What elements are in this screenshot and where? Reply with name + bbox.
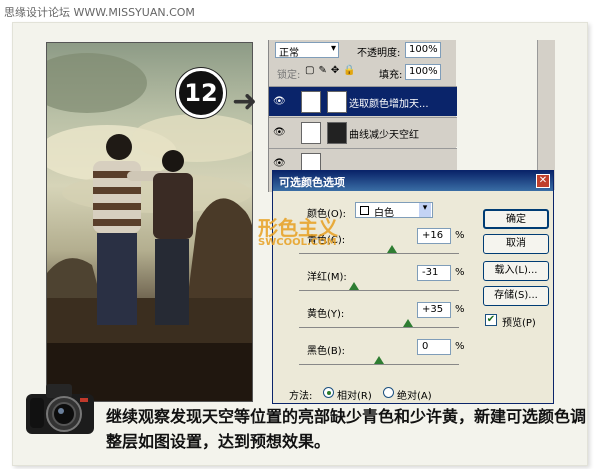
- magenta-label: 洋红(M):: [307, 272, 347, 283]
- cyan-slider-thumb[interactable]: [387, 245, 397, 253]
- method-label: 方法:: [289, 391, 313, 402]
- ok-button[interactable]: 确定: [483, 209, 549, 229]
- preview-label: 预览(P): [502, 318, 536, 329]
- magenta-value: -31: [422, 267, 439, 278]
- yellow-value: +35: [422, 304, 444, 315]
- magenta-slider-track[interactable]: [299, 290, 459, 291]
- color-select[interactable]: 白色 ▾: [355, 202, 433, 219]
- save-button[interactable]: 存储(S)...: [483, 286, 549, 306]
- layer-row[interactable]: 👁 曲线减少天空红: [269, 117, 457, 147]
- adjustment-thumbnail: [301, 91, 321, 113]
- tutorial-caption: 继续观察发现天空等位置的亮部缺少青色和少许黄，新建可选颜色调整层如图设置，达到预…: [106, 407, 587, 451]
- camera-icon: [20, 376, 100, 440]
- cyan-slider-track[interactable]: [299, 253, 459, 254]
- dialog-titlebar: 可选颜色选项 ✕: [273, 171, 553, 191]
- dialog-title: 可选颜色选项: [279, 176, 345, 189]
- step-number: 12: [184, 79, 218, 107]
- layer-row[interactable]: 👁 选取颜色增加天...: [269, 86, 457, 116]
- top-watermark-strip: 思缘设计论坛 WWW.MISSYUAN.COM: [0, 0, 600, 22]
- cyan-unit: %: [455, 230, 465, 241]
- fill-input[interactable]: 100%: [405, 64, 441, 80]
- eye-icon[interactable]: 👁: [273, 96, 286, 107]
- cyan-value: +16: [422, 230, 444, 241]
- relative-radio[interactable]: [323, 387, 334, 398]
- watermark-url: SWCOOL.COM: [258, 237, 337, 248]
- layer-name: 选取颜色增加天...: [349, 99, 429, 110]
- mask-thumbnail: [327, 91, 347, 113]
- black-slider-thumb[interactable]: [374, 356, 384, 364]
- color-value: 白色: [374, 208, 394, 219]
- chevron-down-icon: ▾: [419, 203, 431, 217]
- fill-label: 填充:: [379, 70, 403, 81]
- opacity-label: 不透明度:: [357, 48, 401, 59]
- black-label: 黑色(B):: [307, 346, 346, 357]
- load-button[interactable]: 载入(L)...: [483, 261, 549, 281]
- black-input[interactable]: 0: [417, 339, 451, 355]
- lock-label: 锁定:: [277, 70, 301, 81]
- black-slider-track[interactable]: [299, 364, 459, 365]
- magenta-unit: %: [455, 267, 465, 278]
- yellow-slider-thumb[interactable]: [403, 319, 413, 327]
- black-unit: %: [455, 341, 465, 352]
- close-icon[interactable]: ✕: [536, 174, 550, 188]
- absolute-label: 绝对(A): [397, 391, 432, 402]
- right-panel-edge: [537, 40, 555, 190]
- blend-mode-select[interactable]: 正常 ▾: [275, 42, 339, 59]
- site-watermark: 思缘设计论坛 WWW.MISSYUAN.COM: [4, 6, 195, 19]
- layer-name: 曲线减少天空红: [349, 130, 419, 141]
- yellow-slider-track[interactable]: [299, 327, 459, 328]
- preview-checkbox[interactable]: ✔: [485, 314, 497, 326]
- magenta-input[interactable]: -31: [417, 265, 451, 281]
- cancel-button[interactable]: 取消: [483, 234, 549, 254]
- eye-icon[interactable]: 👁: [273, 158, 286, 169]
- yellow-input[interactable]: +35: [417, 302, 451, 318]
- arrow-right-icon: ➜: [232, 84, 258, 119]
- chevron-down-icon: ▾: [330, 43, 336, 54]
- yellow-unit: %: [455, 304, 465, 315]
- magenta-slider-thumb[interactable]: [349, 282, 359, 290]
- relative-label: 相对(R): [337, 391, 372, 402]
- black-value: 0: [422, 341, 429, 352]
- mask-thumbnail: [327, 122, 347, 144]
- yellow-label: 黄色(Y):: [307, 309, 345, 320]
- blend-mode-value: 正常: [279, 48, 299, 59]
- white-swatch-icon: [360, 206, 369, 215]
- step-badge: 12: [176, 68, 226, 118]
- opacity-input[interactable]: 100%: [405, 42, 441, 58]
- absolute-radio[interactable]: [383, 387, 394, 398]
- opacity-value: 100%: [409, 44, 438, 55]
- cyan-input[interactable]: +16: [417, 228, 451, 244]
- eye-icon[interactable]: 👁: [273, 127, 286, 138]
- selective-color-dialog: 可选颜色选项 ✕ 颜色(O): 白色 ▾ 青色(C): +16 % 洋红(M):…: [272, 170, 554, 404]
- fill-value: 100%: [409, 66, 438, 77]
- lock-icons[interactable]: ▢✎✥🔒: [305, 65, 360, 76]
- curves-thumbnail: [301, 122, 321, 144]
